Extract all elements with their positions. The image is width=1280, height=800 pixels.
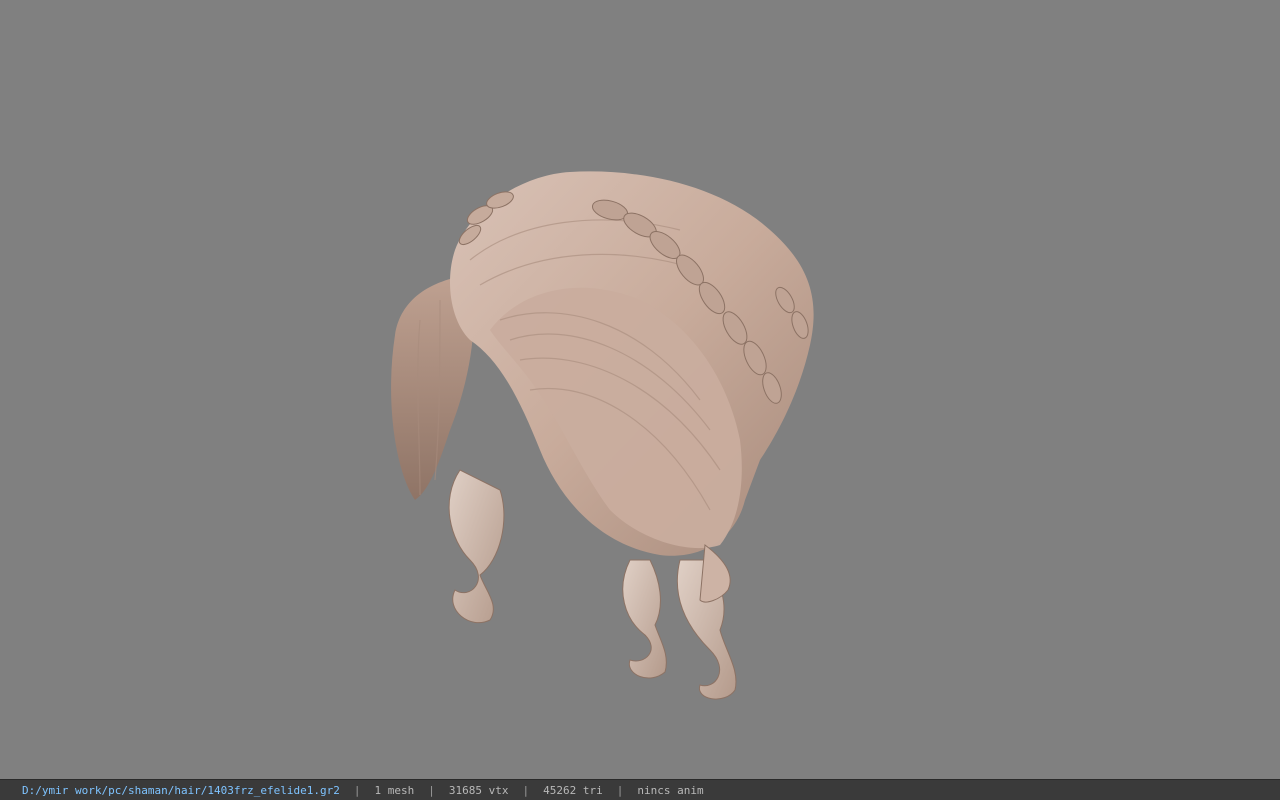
hair-curl-left xyxy=(448,469,505,624)
hair-curl-right-1 xyxy=(622,559,667,679)
3d-viewport[interactable] xyxy=(0,0,1280,779)
triangle-count: 45262 tri xyxy=(543,783,603,797)
separator: | xyxy=(353,783,361,797)
animation-status: nincs anim xyxy=(637,783,704,797)
separator: | xyxy=(616,783,624,797)
separator: | xyxy=(522,783,530,797)
vertex-count: 31685 vtx xyxy=(448,783,509,797)
status-bar: D:/ymir work/pc/shaman/hair/1403frz_efel… xyxy=(0,779,1280,800)
file-path: D:/ymir work/pc/shaman/hair/1403frz_efel… xyxy=(22,783,340,797)
hair-curl-right-3 xyxy=(699,544,731,603)
separator: | xyxy=(428,783,435,797)
mesh-count: 1 mesh xyxy=(374,783,415,797)
hair-model[interactable] xyxy=(0,0,1280,779)
